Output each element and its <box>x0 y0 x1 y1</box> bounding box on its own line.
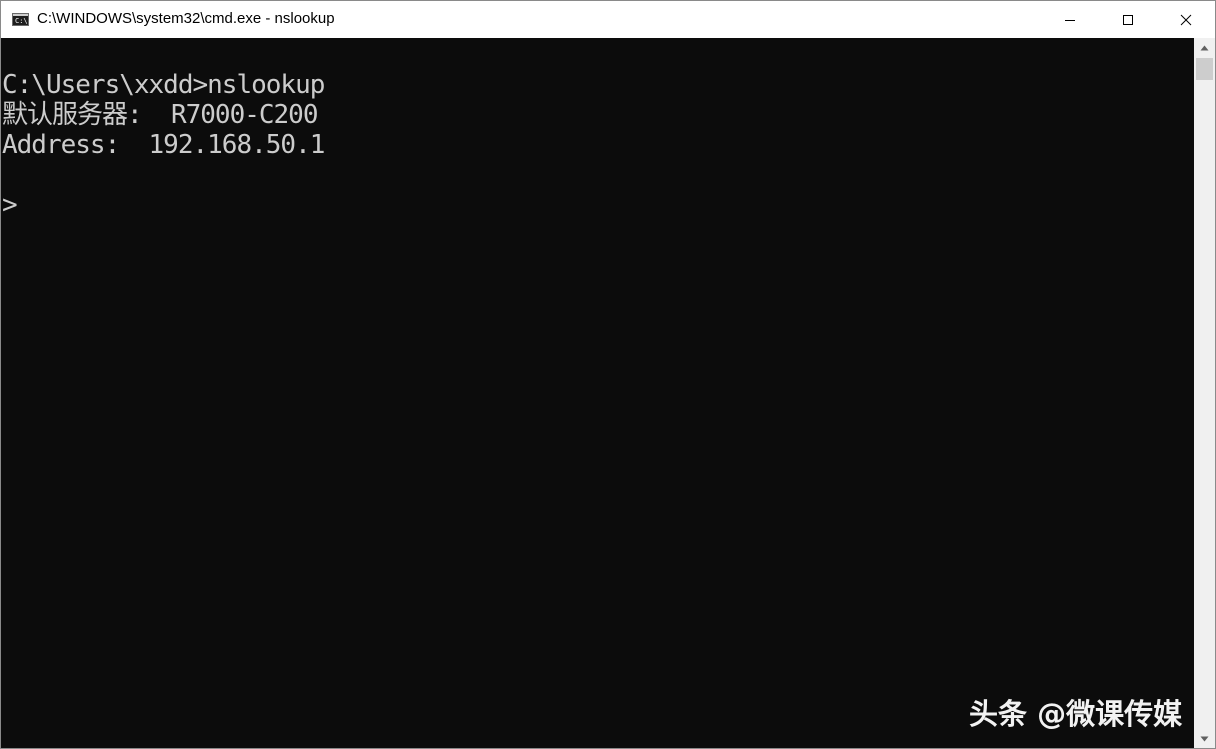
console-line-default-server: 默认服务器: R7000-C200 <box>2 100 318 130</box>
maximize-icon <box>1123 14 1133 25</box>
console-line-address: Address: 192.168.50.1 <box>2 130 325 160</box>
scroll-down-button[interactable] <box>1194 730 1215 747</box>
cmd-window: C:\. C:\WINDOWS\system32\cmd.exe - nsloo… <box>0 0 1216 749</box>
chevron-down-icon <box>1200 736 1209 741</box>
watermark: 头条 @微课传媒 <box>969 697 1183 731</box>
maximize-button[interactable] <box>1099 1 1157 38</box>
scroll-up-button[interactable] <box>1194 39 1215 56</box>
close-icon <box>1180 14 1192 25</box>
title-bar[interactable]: C:\. C:\WINDOWS\system32\cmd.exe - nsloo… <box>1 1 1215 38</box>
close-button[interactable] <box>1157 1 1215 38</box>
console-prompt[interactable]: > <box>2 190 18 220</box>
minimize-icon <box>1065 19 1075 21</box>
cmd-icon-prompt: C:\. <box>15 17 32 25</box>
console-output[interactable]: C:\Users\xxdd>nslookup 默认服务器: R7000-C200… <box>1 38 1194 748</box>
scroll-thumb[interactable] <box>1196 58 1213 80</box>
minimize-button[interactable] <box>1041 1 1099 38</box>
window-title: C:\WINDOWS\system32\cmd.exe - nslookup <box>37 10 335 27</box>
cmd-icon[interactable]: C:\. <box>12 13 32 26</box>
vertical-scrollbar[interactable] <box>1194 38 1215 748</box>
console-line-command: C:\Users\xxdd>nslookup <box>2 70 325 100</box>
chevron-up-icon <box>1200 45 1209 50</box>
